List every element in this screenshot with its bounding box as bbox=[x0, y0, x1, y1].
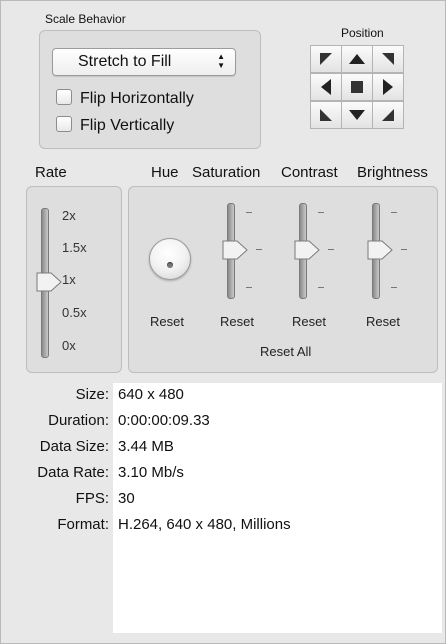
info-value: 0:00:00:09.33 bbox=[118, 412, 210, 429]
brightness-label: Brightness bbox=[357, 164, 428, 181]
flip-vertically-row[interactable]: Flip Vertically bbox=[56, 116, 174, 136]
contrast-slider-knob[interactable] bbox=[294, 240, 320, 260]
reset-all-button[interactable]: Reset All bbox=[260, 344, 311, 359]
arrow-down-icon bbox=[349, 110, 365, 120]
position-center-button[interactable] bbox=[341, 73, 373, 101]
flip-vertically-label: Flip Vertically bbox=[80, 117, 175, 134]
rate-tick-2x: 2x bbox=[62, 208, 76, 223]
contrast-label: Contrast bbox=[281, 164, 338, 181]
position-top-right-button[interactable] bbox=[372, 45, 404, 73]
info-key: Data Size: bbox=[39, 438, 109, 455]
arrow-down-right-icon bbox=[382, 109, 394, 121]
info-value: 3.10 Mb/s bbox=[118, 464, 184, 481]
contrast-tick-mid bbox=[328, 249, 334, 250]
position-bottom-right-button[interactable] bbox=[372, 101, 404, 129]
rate-tick-0x: 0x bbox=[62, 338, 76, 353]
brightness-reset-button[interactable]: Reset bbox=[366, 314, 400, 329]
arrow-right-icon bbox=[383, 79, 393, 95]
info-value: H.264, 640 x 480, Millions bbox=[118, 516, 291, 533]
scale-behavior-popup[interactable]: Stretch to Fill ▲ ▼ bbox=[52, 48, 236, 76]
position-top-left-button[interactable] bbox=[310, 45, 342, 73]
info-value: 30 bbox=[118, 490, 135, 507]
info-key: Size: bbox=[75, 386, 109, 403]
info-value: 3.44 MB bbox=[118, 438, 174, 455]
rate-tick-1x: 1x bbox=[62, 272, 76, 287]
brightness-tick-bottom bbox=[391, 287, 397, 288]
rate-tick-1-5x: 1.5x bbox=[62, 240, 87, 255]
position-pad bbox=[310, 45, 415, 135]
brightness-tick-top bbox=[391, 212, 397, 213]
saturation-label: Saturation bbox=[192, 164, 261, 181]
scale-behavior-title: Scale Behavior bbox=[45, 12, 126, 26]
popup-arrows-icon: ▲ ▼ bbox=[217, 52, 225, 70]
arrow-up-icon bbox=[349, 54, 365, 64]
rate-slider-knob[interactable] bbox=[36, 272, 62, 292]
hue-dial[interactable] bbox=[149, 238, 191, 280]
info-value: 640 x 480 bbox=[118, 386, 184, 403]
arrow-left-icon bbox=[321, 79, 331, 95]
info-row-data-size: Data Size: 3.44 MB bbox=[0, 437, 446, 457]
rate-tick-0-5x: 0.5x bbox=[62, 305, 87, 320]
info-key: Duration: bbox=[48, 412, 109, 429]
contrast-reset-button[interactable]: Reset bbox=[292, 314, 326, 329]
position-bottom-left-button[interactable] bbox=[310, 101, 342, 129]
info-key: Format: bbox=[57, 516, 109, 533]
info-key: Data Rate: bbox=[37, 464, 109, 481]
position-top-button[interactable] bbox=[341, 45, 373, 73]
info-key: FPS: bbox=[75, 490, 109, 507]
hue-label: Hue bbox=[151, 164, 179, 181]
position-bottom-button[interactable] bbox=[341, 101, 373, 129]
arrow-up-left-icon bbox=[320, 53, 332, 65]
saturation-tick-mid bbox=[256, 249, 262, 250]
flip-horizontally-label: Flip Horizontally bbox=[80, 90, 194, 107]
flip-vertically-checkbox[interactable] bbox=[56, 116, 72, 132]
info-row-fps: FPS: 30 bbox=[0, 489, 446, 509]
saturation-slider-knob[interactable] bbox=[222, 240, 248, 260]
scale-behavior-value: Stretch to Fill bbox=[78, 53, 172, 70]
brightness-slider-knob[interactable] bbox=[367, 240, 393, 260]
saturation-tick-top bbox=[246, 212, 252, 213]
arrow-up-right-icon bbox=[382, 53, 394, 65]
flip-horizontally-row[interactable]: Flip Horizontally bbox=[56, 89, 194, 109]
position-title: Position bbox=[341, 26, 384, 40]
info-row-size: Size: 640 x 480 bbox=[0, 385, 446, 405]
position-left-button[interactable] bbox=[310, 73, 342, 101]
center-square-icon bbox=[351, 81, 363, 93]
hue-reset-button[interactable]: Reset bbox=[150, 314, 184, 329]
saturation-tick-bottom bbox=[246, 287, 252, 288]
info-row-duration: Duration: 0:00:00:09.33 bbox=[0, 411, 446, 431]
arrow-down-left-icon bbox=[320, 109, 332, 121]
info-row-data-rate: Data Rate: 3.10 Mb/s bbox=[0, 463, 446, 483]
saturation-reset-button[interactable]: Reset bbox=[220, 314, 254, 329]
contrast-tick-bottom bbox=[318, 287, 324, 288]
contrast-tick-top bbox=[318, 212, 324, 213]
info-row-format: Format: H.264, 640 x 480, Millions bbox=[0, 515, 446, 535]
rate-title: Rate bbox=[35, 164, 67, 181]
hue-dial-indicator bbox=[167, 262, 173, 268]
brightness-tick-mid bbox=[401, 249, 407, 250]
position-right-button[interactable] bbox=[372, 73, 404, 101]
flip-horizontally-checkbox[interactable] bbox=[56, 89, 72, 105]
